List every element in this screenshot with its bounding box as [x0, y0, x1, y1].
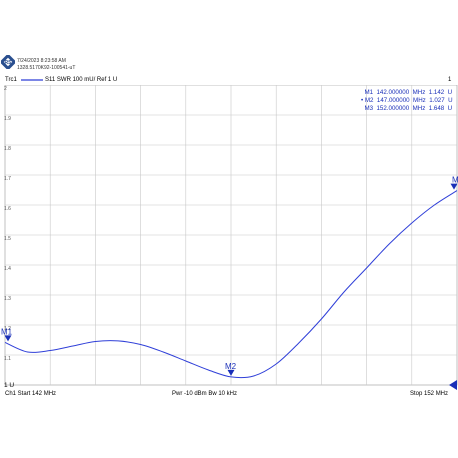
y-tick-label: 1.4: [4, 266, 11, 272]
y-tick-label: 1.8: [4, 146, 11, 152]
y-tick-label: 2: [4, 86, 7, 92]
power-bandwidth[interactable]: Pwr -10 dBm Bw 10 kHz: [172, 391, 237, 397]
swr-chart: 1 U1.11.21.31.41.51.61.71.81.92 M1M2M3: [1, 85, 458, 390]
y-tick-label: 1.5: [4, 236, 11, 242]
rohde-schwarz-logo-icon: RS: [1, 55, 15, 69]
marker-label: M2: [225, 362, 237, 371]
marker-label: M3: [452, 176, 458, 185]
timestamp: 7/24/2023 8:23:58 AM: [17, 58, 66, 64]
svg-text:RS: RS: [5, 60, 13, 66]
marker-label: M1: [1, 327, 13, 336]
y-tick-label: 1.1: [4, 356, 11, 362]
marker-readout-row[interactable]: M3 152.000000 MHz 1.648 U: [361, 105, 453, 113]
stop-frequency[interactable]: Stop 152 MHz: [410, 391, 448, 397]
marker-readout-row[interactable]: • M2 147.000000 MHz 1.027 U: [361, 97, 453, 105]
y-tick-label: 1 U: [4, 382, 14, 389]
start-frequency[interactable]: Ch1 Start 142 MHz: [5, 391, 56, 397]
analyzer-screen: RS 7/24/2023 8:23:58 AM 1328.5170K92-100…: [0, 0, 458, 458]
y-tick-label: 1.7: [4, 176, 11, 182]
trace-name[interactable]: Trc1: [5, 77, 17, 83]
y-tick-label: 1.3: [4, 296, 11, 302]
y-tick-label: 1.6: [4, 206, 11, 212]
instrument-id: 1328.5170K92-100541-uT: [17, 65, 76, 71]
trace-info[interactable]: S11 SWR 100 mU/ Ref 1 U: [45, 77, 117, 83]
channel-number: 1: [448, 77, 452, 83]
marker-readout: M1 142.000000 MHz 1.142 U • M2 147.000000…: [361, 89, 453, 113]
marker-readout-row[interactable]: M1 142.000000 MHz 1.142 U: [361, 89, 453, 97]
y-tick-label: 1.9: [4, 116, 11, 122]
trace-legend-line-icon: [21, 79, 43, 81]
